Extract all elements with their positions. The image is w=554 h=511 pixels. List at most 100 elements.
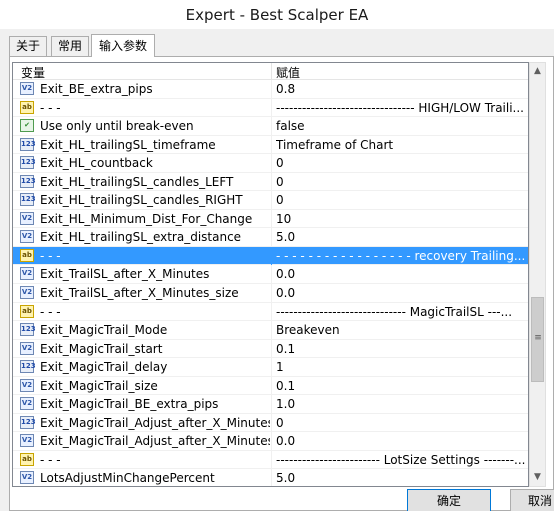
value-cell[interactable]: -------------------------------- HIGH/LO…: [276, 101, 528, 115]
table-row[interactable]: ab - - - ------------------------ LotSize …: [13, 450, 528, 470]
variable-name: Exit_MagicTrail_delay: [40, 360, 168, 375]
int-icon: 123: [20, 137, 36, 151]
variable-name: Exit_MagicTrail_size: [40, 378, 158, 393]
table-row[interactable]: V2 LotsAdjustMinChangePercent 5.0: [13, 469, 528, 486]
scrollbar-thumb[interactable]: ≡: [531, 297, 544, 382]
inputs-grid: 变量 赋值 V2 Exit_BE_extra_pips 0.8 ab - - - ----…: [12, 62, 529, 487]
variable-name: - - -: [40, 248, 61, 263]
variable-name: Exit_MagicTrail_Mode: [40, 323, 168, 338]
double-icon: V2: [20, 378, 34, 392]
value-cell[interactable]: 0.1: [276, 379, 528, 393]
table-row[interactable]: V2 Exit_MagicTrail_Adjust_after_X_Minutes…: [13, 432, 528, 451]
column-divider: [271, 376, 272, 395]
table-row[interactable]: V2 Exit_MagicTrail_start 0.1: [13, 339, 528, 359]
table-row[interactable]: V2 Exit_MagicTrail_size 0.1: [13, 376, 528, 396]
variable-name: Exit_HL_Minimum_Dist_For_Change: [40, 211, 253, 226]
double-icon: V2: [20, 286, 34, 300]
variable-name: Exit_TrailSL_after_X_Minutes: [40, 267, 210, 282]
value-cell[interactable]: 0.1: [276, 342, 528, 356]
value-cell[interactable]: 1: [276, 360, 528, 374]
value-cell[interactable]: 1.0: [276, 397, 528, 411]
table-row[interactable]: ab - - - - - - - - - - - - - - - - - - - -…: [13, 246, 528, 266]
title-bar: Expert - Best Scalper EA: [0, 0, 554, 29]
column-divider: [271, 246, 272, 265]
tab-about[interactable]: 关于: [9, 36, 47, 56]
table-row[interactable]: 123 Exit_HL_trailingSL_candles_LEFT 0: [13, 172, 528, 192]
table-row[interactable]: 123 Exit_HL_trailingSL_candles_RIGHT 0: [13, 191, 528, 210]
table-row[interactable]: ab - - - -------------------------------- …: [13, 98, 528, 118]
table-row[interactable]: 123 Exit_HL_trailingSL_timeframe Timeframe…: [13, 135, 528, 155]
value-cell[interactable]: ------------------------------ MagicTrai…: [276, 305, 528, 319]
value-cell[interactable]: Timeframe of Chart: [276, 138, 528, 152]
table-row[interactable]: ab - - - ------------------------------ Ma…: [13, 302, 528, 322]
int-icon: 123: [20, 156, 36, 170]
table-row[interactable]: 123 Exit_MagicTrail_Mode Breakeven: [13, 321, 528, 340]
table-row[interactable]: V2 Exit_TrailSL_after_X_Minutes_size 0.0: [13, 284, 528, 303]
value-cell[interactable]: 0: [276, 175, 528, 189]
scroll-up-arrow-icon[interactable]: ▲: [530, 63, 545, 80]
column-separator[interactable]: [271, 63, 272, 80]
table-row[interactable]: V2 Exit_TrailSL_after_X_Minutes 0.0: [13, 265, 528, 285]
column-divider: [271, 321, 272, 340]
tab-inputs[interactable]: 输入参数: [91, 34, 155, 57]
int-icon: 123: [20, 193, 36, 207]
grid-header: 变量 赋值: [13, 63, 528, 81]
vertical-scrollbar[interactable]: ▲ ≡ ▼: [529, 62, 546, 487]
column-divider: [271, 339, 272, 358]
string-icon: ab: [20, 452, 34, 466]
column-divider: [271, 98, 272, 117]
value-cell[interactable]: false: [276, 119, 528, 133]
variable-name: Exit_MagicTrail_Adjust_after_X_Minutes_s…: [40, 434, 270, 449]
variable-name: Exit_MagicTrail_BE_extra_pips: [40, 397, 219, 412]
value-cell[interactable]: 5.0: [276, 230, 528, 244]
value-cell[interactable]: 5.0: [276, 471, 528, 485]
table-row[interactable]: 123 Exit_MagicTrail_delay 1: [13, 358, 528, 377]
variable-name: - - -: [40, 100, 61, 115]
column-divider: [271, 117, 272, 136]
table-row[interactable]: 123 Exit_HL_countback 0: [13, 154, 528, 173]
value-cell[interactable]: 0: [276, 156, 528, 170]
double-icon: V2: [20, 211, 34, 225]
value-cell[interactable]: ------------------------ LotSize Setting…: [276, 453, 528, 467]
column-divider: [271, 80, 272, 98]
scroll-down-arrow-icon[interactable]: ▼: [530, 469, 545, 486]
grid-rows: V2 Exit_BE_extra_pips 0.8 ab - - - ----------…: [13, 80, 528, 486]
table-row[interactable]: 123 Exit_MagicTrail_Adjust_after_X_Minute…: [13, 413, 528, 433]
table-row[interactable]: V2 Exit_HL_trailingSL_extra_distance 5.0: [13, 228, 528, 247]
string-icon: ab: [20, 304, 34, 318]
variable-name: Exit_HL_trailingSL_candles_RIGHT: [40, 193, 243, 208]
value-cell[interactable]: 0: [276, 193, 528, 207]
value-cell[interactable]: 0.0: [276, 286, 528, 300]
variable-name: Exit_HL_countback: [40, 156, 153, 171]
column-divider: [271, 135, 272, 154]
variable-name: Use only until break-even: [40, 119, 194, 134]
variable-name: Exit_HL_trailingSL_extra_distance: [40, 230, 242, 245]
column-divider: [271, 450, 272, 469]
table-row[interactable]: V2 Exit_HL_Minimum_Dist_For_Change 10: [13, 209, 528, 229]
column-divider: [271, 191, 272, 210]
cancel-button[interactable]: 取消: [510, 489, 554, 511]
value-cell[interactable]: 0: [276, 416, 528, 430]
table-row[interactable]: V2 Exit_MagicTrail_BE_extra_pips 1.0: [13, 395, 528, 414]
table-row[interactable]: ✔ Use only until break-even false: [13, 117, 528, 136]
variable-name: LotsAdjustMinChangePercent: [40, 471, 215, 486]
string-icon: ab: [20, 100, 34, 114]
tab-common[interactable]: 常用: [51, 36, 89, 56]
window-title: Expert - Best Scalper EA: [185, 6, 369, 24]
value-cell[interactable]: 10: [276, 212, 528, 226]
column-divider: [271, 432, 272, 451]
column-divider: [271, 172, 272, 191]
ok-button[interactable]: 确定: [407, 489, 491, 511]
table-row[interactable]: V2 Exit_BE_extra_pips 0.8: [13, 80, 528, 99]
column-header-value[interactable]: 赋值: [276, 64, 300, 81]
variable-name: Exit_BE_extra_pips: [40, 82, 153, 96]
value-cell[interactable]: 0.0: [276, 434, 528, 448]
value-cell[interactable]: 0.0: [276, 267, 528, 281]
int-icon: 123: [20, 415, 36, 429]
value-cell[interactable]: Breakeven: [276, 323, 528, 337]
column-divider: [271, 228, 272, 247]
value-cell[interactable]: - - - - - - - - - - - - - - - - - recove…: [276, 249, 528, 263]
value-cell[interactable]: 0.8: [276, 82, 528, 96]
double-icon: V2: [20, 341, 34, 355]
column-header-variable[interactable]: 变量: [21, 64, 45, 81]
